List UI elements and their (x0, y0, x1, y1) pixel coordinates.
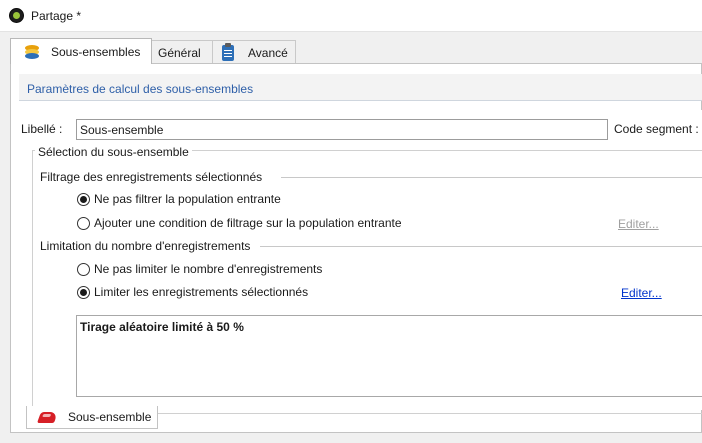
section-header: Paramètres de calcul des sous-ensembles (19, 74, 702, 101)
radio-button[interactable] (77, 262, 90, 276)
radio-label: Ne pas limiter le nombre d'enregistremen… (94, 262, 323, 276)
window-title: Partage * (31, 9, 82, 23)
tab-label: Avancé (248, 45, 288, 60)
limitation-summary-box[interactable]: Tirage aléatoire limité à 50 % (76, 315, 702, 397)
radio-label: Limiter les enregistrements sélectionnés (94, 285, 309, 299)
selection-legend: Sélection du sous-ensemble (35, 145, 192, 159)
radio-label: Ne pas filtrer la population entrante (94, 192, 281, 206)
tab-label: Général (158, 45, 201, 60)
radio-button[interactable] (77, 216, 90, 230)
libelle-label: Libellé : (21, 122, 63, 136)
limitation-divider (260, 246, 702, 247)
tab-general[interactable]: Général (151, 40, 213, 64)
code-segment-label: Code segment : (614, 122, 699, 136)
bottom-tab-label: Sous-ensemble (68, 410, 152, 424)
radio-ajouter-condition[interactable]: Ajouter une condition de filtrage sur la… (77, 216, 402, 230)
tab-label: Sous-ensembles (51, 44, 141, 59)
clipboard-icon (222, 42, 234, 61)
radio-button-checked[interactable] (77, 192, 90, 206)
limitation-edit-link[interactable]: Editer... (621, 286, 662, 300)
radio-button-checked[interactable] (77, 285, 90, 299)
tab-panel: Paramètres de calcul des sous-ensembles … (10, 63, 702, 433)
radio-limiter-selection[interactable]: Limiter les enregistrements sélectionnés (77, 285, 308, 299)
title-bar: Partage * (0, 0, 702, 32)
filtrage-title: Filtrage des enregistrements sélectionné… (40, 170, 263, 184)
filtrage-divider (281, 177, 702, 178)
radio-label: Ajouter une condition de filtrage sur la… (94, 216, 402, 230)
limitation-summary-text: Tirage aléatoire limité à 50 % (80, 320, 244, 334)
tab-avance[interactable]: Avancé (212, 40, 296, 64)
subset-icon (36, 411, 59, 423)
tab-strip: Sous-ensembles Général Avancé (10, 38, 702, 64)
database-icon (25, 44, 39, 59)
tab-sous-ensembles[interactable]: Sous-ensembles (10, 38, 152, 64)
limitation-title: Limitation du nombre d'enregistrements (40, 239, 251, 253)
filtrage-edit-link[interactable]: Editer... (618, 217, 659, 231)
libelle-input[interactable] (76, 119, 608, 140)
bottom-tab-sous-ensemble[interactable]: Sous-ensemble (26, 406, 158, 429)
radio-ne-pas-filtrer[interactable]: Ne pas filtrer la population entrante (77, 192, 281, 206)
app-logo-icon (9, 8, 24, 23)
radio-ne-pas-limiter[interactable]: Ne pas limiter le nombre d'enregistremen… (77, 262, 322, 276)
form-content: Libellé : Code segment : Sélection du so… (19, 110, 702, 414)
